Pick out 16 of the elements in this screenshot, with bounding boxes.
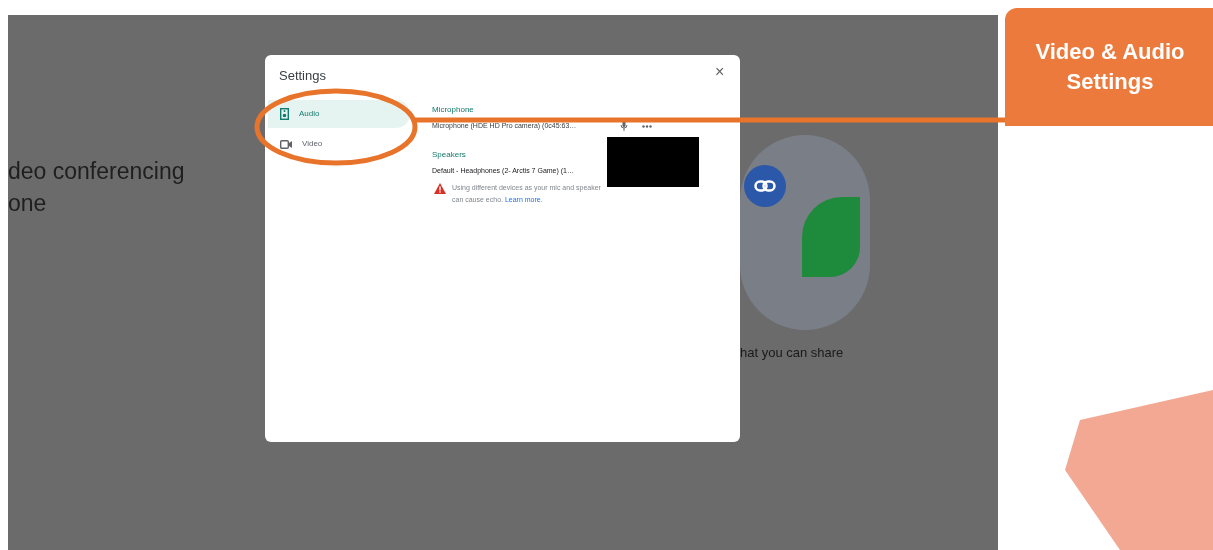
link-icon bbox=[754, 180, 776, 192]
dialog-title: Settings bbox=[279, 67, 326, 85]
page-heading: deo conferencing bbox=[8, 157, 185, 186]
warning-icon bbox=[434, 183, 446, 194]
page-heading: one bbox=[8, 189, 48, 218]
microphone-label: Microphone bbox=[432, 104, 475, 116]
more-icon[interactable] bbox=[642, 124, 653, 128]
settings-tab[interactable]: Audio bbox=[268, 100, 410, 128]
close-button[interactable]: × bbox=[715, 64, 725, 80]
speakers-label: Speakers bbox=[432, 148, 467, 161]
microphone-icon bbox=[620, 121, 629, 132]
speaker-icon bbox=[280, 108, 289, 120]
settings-tab[interactable]: Video bbox=[268, 130, 410, 158]
section-heading: hat you can share bbox=[740, 344, 844, 362]
camera-icon bbox=[280, 139, 292, 149]
callout-label: Video & Audio Settings bbox=[1005, 8, 1213, 126]
